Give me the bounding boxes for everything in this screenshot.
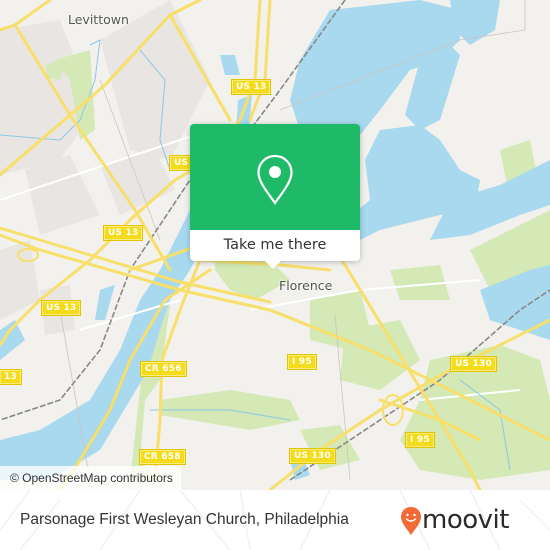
place-label-florence: Florence — [279, 278, 333, 293]
road-label-us13: US 13 — [40, 300, 82, 316]
place-name: Parsonage First Wesleyan Church, Philade… — [20, 511, 349, 528]
popup-pointer — [265, 261, 281, 269]
map-attribution[interactable]: © OpenStreetMap contributors — [0, 466, 181, 490]
location-pin-icon — [257, 154, 293, 205]
road-label-us130: US 130 — [289, 448, 336, 464]
road-label-us13: US 13 — [102, 225, 144, 241]
moovit-wordmark: moovit — [422, 505, 509, 535]
place-label-levittown: Levittown — [68, 12, 129, 27]
destination-popup: Take me there — [190, 124, 360, 269]
map-view[interactable]: Levittown Florence US 13 US 13 US 13 US … — [0, 0, 550, 490]
road-label-i95: I 95 — [405, 432, 435, 448]
road-label-cr658: CR 658 — [139, 449, 186, 465]
road-label-us130: US 130 — [450, 356, 497, 372]
moovit-pin-icon — [401, 507, 421, 535]
road-label-i95: I 95 — [287, 354, 317, 370]
take-me-there-button[interactable]: Take me there — [190, 230, 360, 261]
road-label-us13: 13 — [0, 369, 22, 385]
road-label-us13: US 13 — [230, 79, 272, 95]
footer-bar: Parsonage First Wesleyan Church, Philade… — [0, 490, 550, 550]
popup-header — [190, 124, 360, 230]
road-label-cr656: CR 656 — [140, 361, 187, 377]
